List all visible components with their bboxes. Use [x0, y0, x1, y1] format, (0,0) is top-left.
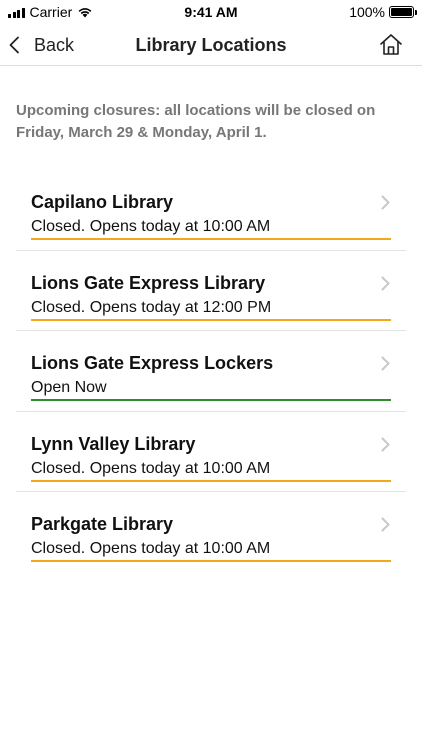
location-status: Closed. Opens today at 10:00 AM — [31, 459, 271, 477]
chevron-right-icon — [381, 356, 390, 371]
chevron-right-icon — [381, 276, 390, 290]
home-button[interactable] — [378, 32, 404, 58]
location-name: Capilano Library — [31, 192, 174, 212]
location-row[interactable]: Capilano Library Closed. Opens today at 1… — [16, 170, 406, 251]
back-label: Back — [34, 34, 75, 55]
chevron-right-icon — [381, 517, 390, 532]
location-row[interactable]: Lynn Valley Library Closed. Opens today a… — [16, 412, 406, 492]
locations-list: Capilano Library Closed. Opens today at 1… — [16, 170, 406, 573]
status-indicator-line — [31, 399, 391, 401]
battery-icon — [389, 6, 417, 18]
home-icon — [380, 34, 402, 55]
status-indicator-line — [31, 318, 391, 321]
location-name: Lions Gate Express Lockers — [31, 353, 274, 373]
battery-tip — [415, 10, 417, 15]
location-row[interactable]: Parkgate Library Closed. Opens today at 1… — [16, 492, 406, 573]
status-indicator-line — [31, 238, 391, 240]
chevron-left-icon — [9, 36, 19, 54]
location-row[interactable]: Lions Gate Express Lockers Open Now — [16, 331, 406, 412]
back-button[interactable]: Back — [8, 31, 74, 59]
battery-percent: 100% — [349, 4, 385, 20]
closure-notice: Upcoming closures: all locations will be… — [16, 102, 376, 141]
battery-fill — [391, 8, 412, 16]
location-status: Open Now — [31, 379, 107, 396]
location-name: Lions Gate Express Library — [31, 272, 266, 293]
location-status: Closed. Opens today at 10:00 AM — [31, 540, 271, 557]
status-right: 100% — [349, 4, 417, 20]
location-name: Parkgate Library — [31, 514, 174, 534]
location-status: Closed. Opens today at 12:00 PM — [31, 298, 272, 316]
status-indicator-line — [31, 479, 391, 482]
location-row[interactable]: Lions Gate Express Library Closed. Opens … — [16, 251, 406, 331]
chevron-right-icon — [381, 195, 390, 210]
chevron-right-icon — [381, 437, 390, 451]
status-indicator-line — [31, 560, 391, 562]
location-name: Lynn Valley Library — [31, 433, 196, 454]
location-status: Closed. Opens today at 10:00 AM — [31, 218, 271, 235]
status-bar: Carrier 9:41 AM 100% — [0, 0, 422, 24]
nav-bar: Back Library Locations — [0, 24, 422, 66]
